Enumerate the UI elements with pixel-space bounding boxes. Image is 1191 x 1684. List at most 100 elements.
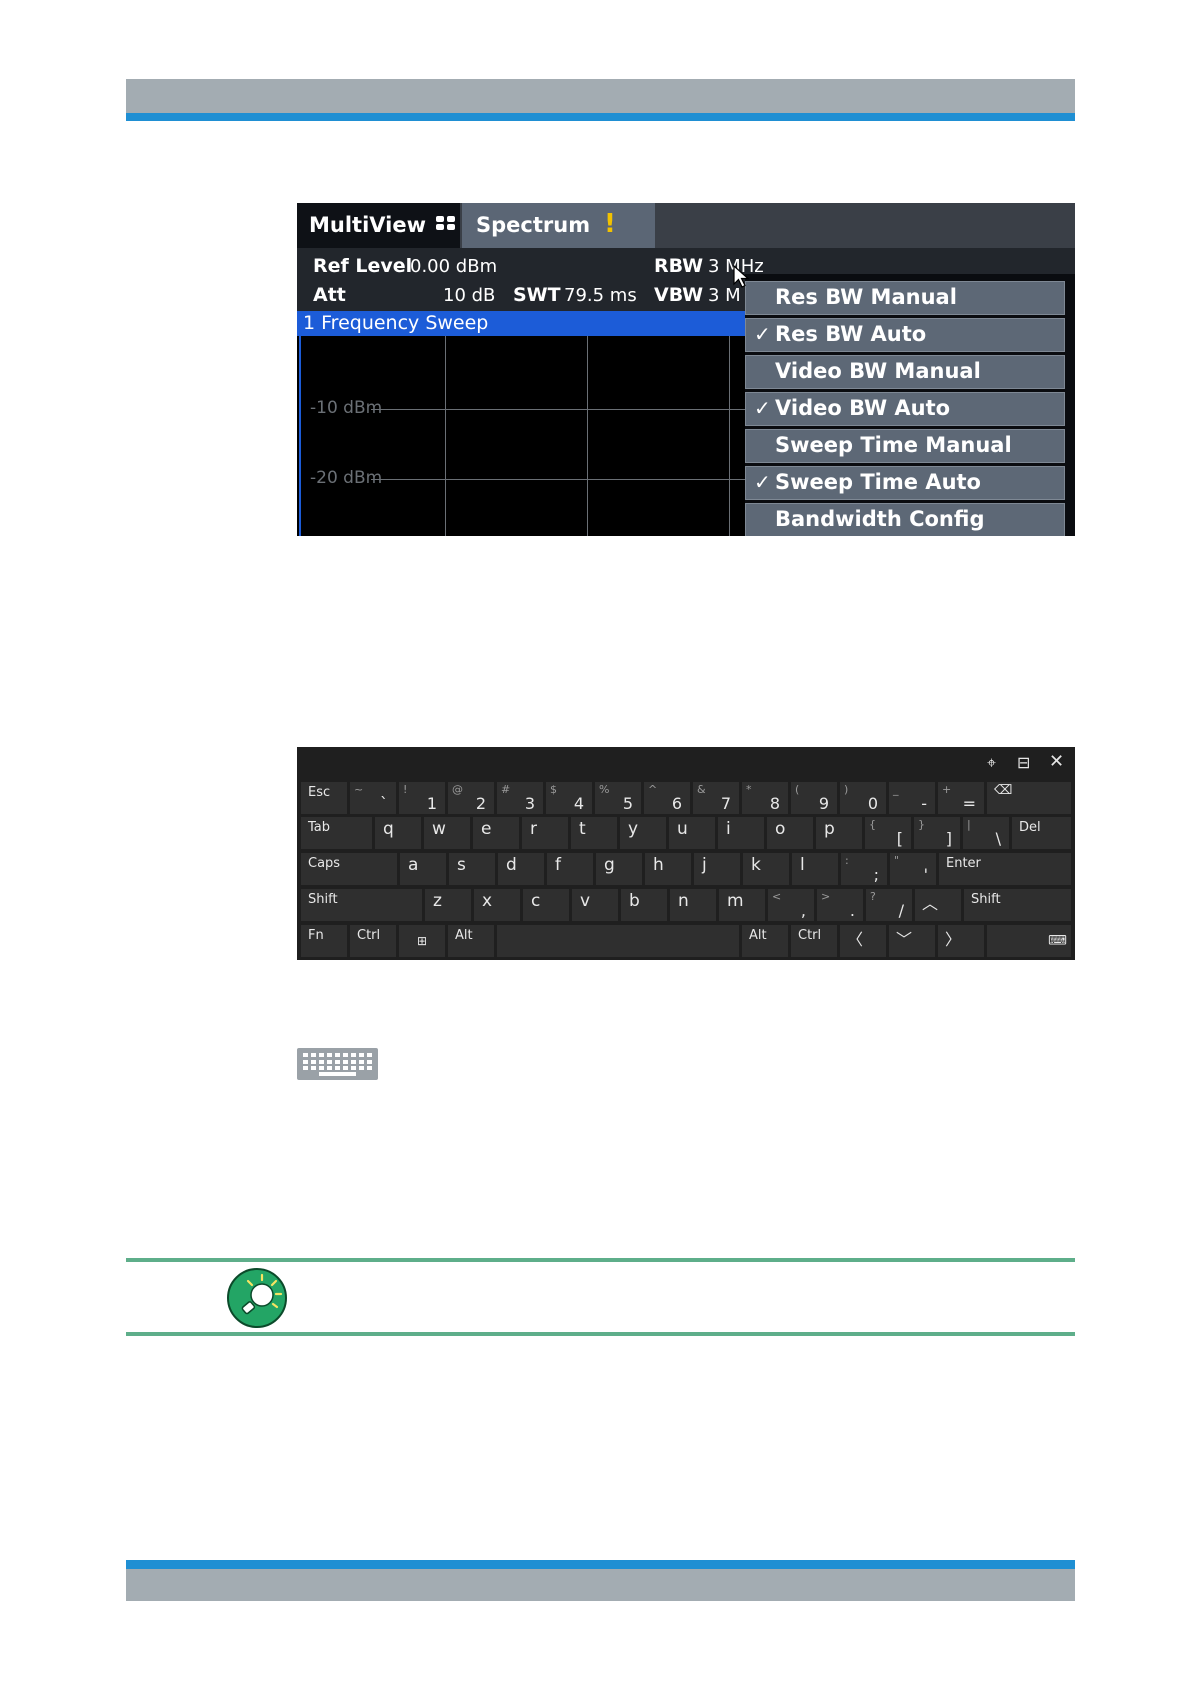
key-fn[interactable]: Fn [301, 925, 347, 957]
key[interactable]: {[ [865, 817, 911, 849]
key[interactable]: @2 [448, 782, 494, 814]
key[interactable]: ) 0 [840, 782, 886, 814]
key[interactable]: b [621, 889, 667, 921]
tab-spectrum[interactable]: Spectrum ! [462, 203, 655, 248]
menu-item-res-bw-auto[interactable]: ✓ Res BW Auto [745, 318, 1065, 352]
key-primary: ' [923, 865, 928, 884]
key[interactable]: k [743, 853, 789, 885]
key-primary: 0 [867, 794, 878, 813]
key-space[interactable] [497, 925, 739, 957]
key-ctrl-left[interactable]: Ctrl [350, 925, 396, 957]
key[interactable]: ! 1 [399, 782, 445, 814]
tab-multiview[interactable]: MultiView [297, 203, 460, 248]
key-esc[interactable]: Esc [301, 782, 347, 814]
menu-item-res-bw-manual[interactable]: Res BW Manual [745, 281, 1065, 315]
rbw-label: RBW [654, 255, 704, 277]
key-shift-right[interactable]: Shift [964, 889, 1071, 921]
key[interactable]: h [645, 853, 691, 885]
key-label: Ctrl [357, 928, 381, 943]
key[interactable]: <, [768, 889, 814, 921]
key-primary: j [702, 855, 707, 875]
key-arrow-right[interactable]: 〉 [938, 925, 984, 957]
key[interactable]: j [694, 853, 740, 885]
key-arrow-left[interactable]: 〈 [840, 925, 886, 957]
key[interactable]: s [449, 853, 495, 885]
close-icon[interactable]: ✕ [1049, 751, 1064, 772]
key[interactable]: * 8 [742, 782, 788, 814]
key-caps-lock[interactable]: Caps [301, 853, 397, 885]
key-primary: e [481, 819, 492, 839]
att-value: 10 dB [443, 285, 496, 306]
key-ctrl-right[interactable]: Ctrl [791, 925, 837, 957]
key[interactable]: ? / [866, 889, 912, 921]
key[interactable]: ~ ` [350, 782, 396, 814]
windows-icon: ⊞ [416, 934, 428, 948]
menu-item-video-bw-auto[interactable]: ✓ Video BW Auto [745, 392, 1065, 426]
key[interactable]: i [718, 817, 764, 849]
key-secondary: # [501, 783, 511, 796]
key-windows[interactable]: ⊞ [399, 925, 445, 957]
key[interactable]: x [474, 889, 520, 921]
dock-icon[interactable]: ⊟ [1017, 753, 1030, 772]
key[interactable]: #3 [497, 782, 543, 814]
key[interactable]: % 5 [595, 782, 641, 814]
key[interactable]: o [767, 817, 813, 849]
key[interactable]: z [425, 889, 471, 921]
key[interactable]: d [498, 853, 544, 885]
key-primary: 1 [426, 794, 437, 813]
key-primary: v [580, 891, 591, 911]
menu-item-bandwidth-config[interactable]: Bandwidth Config [745, 503, 1065, 536]
key-primary: 6 [671, 794, 682, 813]
key[interactable]: w [424, 817, 470, 849]
key[interactable]: }] [914, 817, 960, 849]
key[interactable]: v [572, 889, 618, 921]
key[interactable]: g [596, 853, 642, 885]
key-primary: x [482, 891, 493, 911]
key[interactable]: n [670, 889, 716, 921]
key[interactable]: r [522, 817, 568, 849]
key[interactable]: q [375, 817, 421, 849]
key[interactable]: + = [938, 782, 984, 814]
key[interactable]: t [571, 817, 617, 849]
key[interactable]: ^ 6 [644, 782, 690, 814]
key-arrow-down[interactable]: ﹀ [889, 925, 935, 957]
key-backspace[interactable]: ⌫ [987, 782, 1071, 814]
key[interactable]: u [669, 817, 715, 849]
key-primary: k [751, 855, 761, 875]
key[interactable]: " ' [890, 853, 936, 885]
key[interactable]: f [547, 853, 593, 885]
key-secondary: ) [844, 783, 849, 796]
key-primary: m [727, 891, 744, 911]
key[interactable]: & 7 [693, 782, 739, 814]
key-keyboard-menu[interactable]: ⌨ [987, 925, 1071, 957]
key-delete[interactable]: Del [1012, 817, 1071, 849]
key-secondary: } [918, 818, 925, 831]
key-enter[interactable]: Enter [939, 853, 1071, 885]
move-icon[interactable]: ⌖ [987, 753, 996, 773]
key-shift-left[interactable]: Shift [301, 889, 422, 921]
key-alt-left[interactable]: Alt [448, 925, 494, 957]
key[interactable]: :; [841, 853, 887, 885]
key[interactable]: c [523, 889, 569, 921]
key-alt-right[interactable]: Alt [742, 925, 788, 957]
key[interactable]: $4 [546, 782, 592, 814]
menu-item-video-bw-manual[interactable]: Video BW Manual [745, 355, 1065, 389]
key-secondary: < [772, 890, 782, 903]
key-arrow-up[interactable]: ︿ [915, 889, 961, 921]
keyboard-icon: ⌨ [1048, 933, 1067, 949]
key[interactable]: >. [817, 889, 863, 921]
key[interactable]: (9 [791, 782, 837, 814]
key[interactable]: _ - [889, 782, 935, 814]
key-tab[interactable]: Tab [301, 817, 372, 849]
key[interactable]: e [473, 817, 519, 849]
key[interactable]: m [719, 889, 765, 921]
menu-item-sweep-time-manual[interactable]: Sweep Time Manual [745, 429, 1065, 463]
menu-item-sweep-time-auto[interactable]: ✓ Sweep Time Auto [745, 466, 1065, 500]
key[interactable]: l [792, 853, 838, 885]
grid-line [729, 336, 730, 536]
key-primary: w [432, 819, 446, 839]
key[interactable]: a [400, 853, 446, 885]
key[interactable]: | \ [963, 817, 1009, 849]
key[interactable]: y [620, 817, 666, 849]
key[interactable]: p [816, 817, 862, 849]
